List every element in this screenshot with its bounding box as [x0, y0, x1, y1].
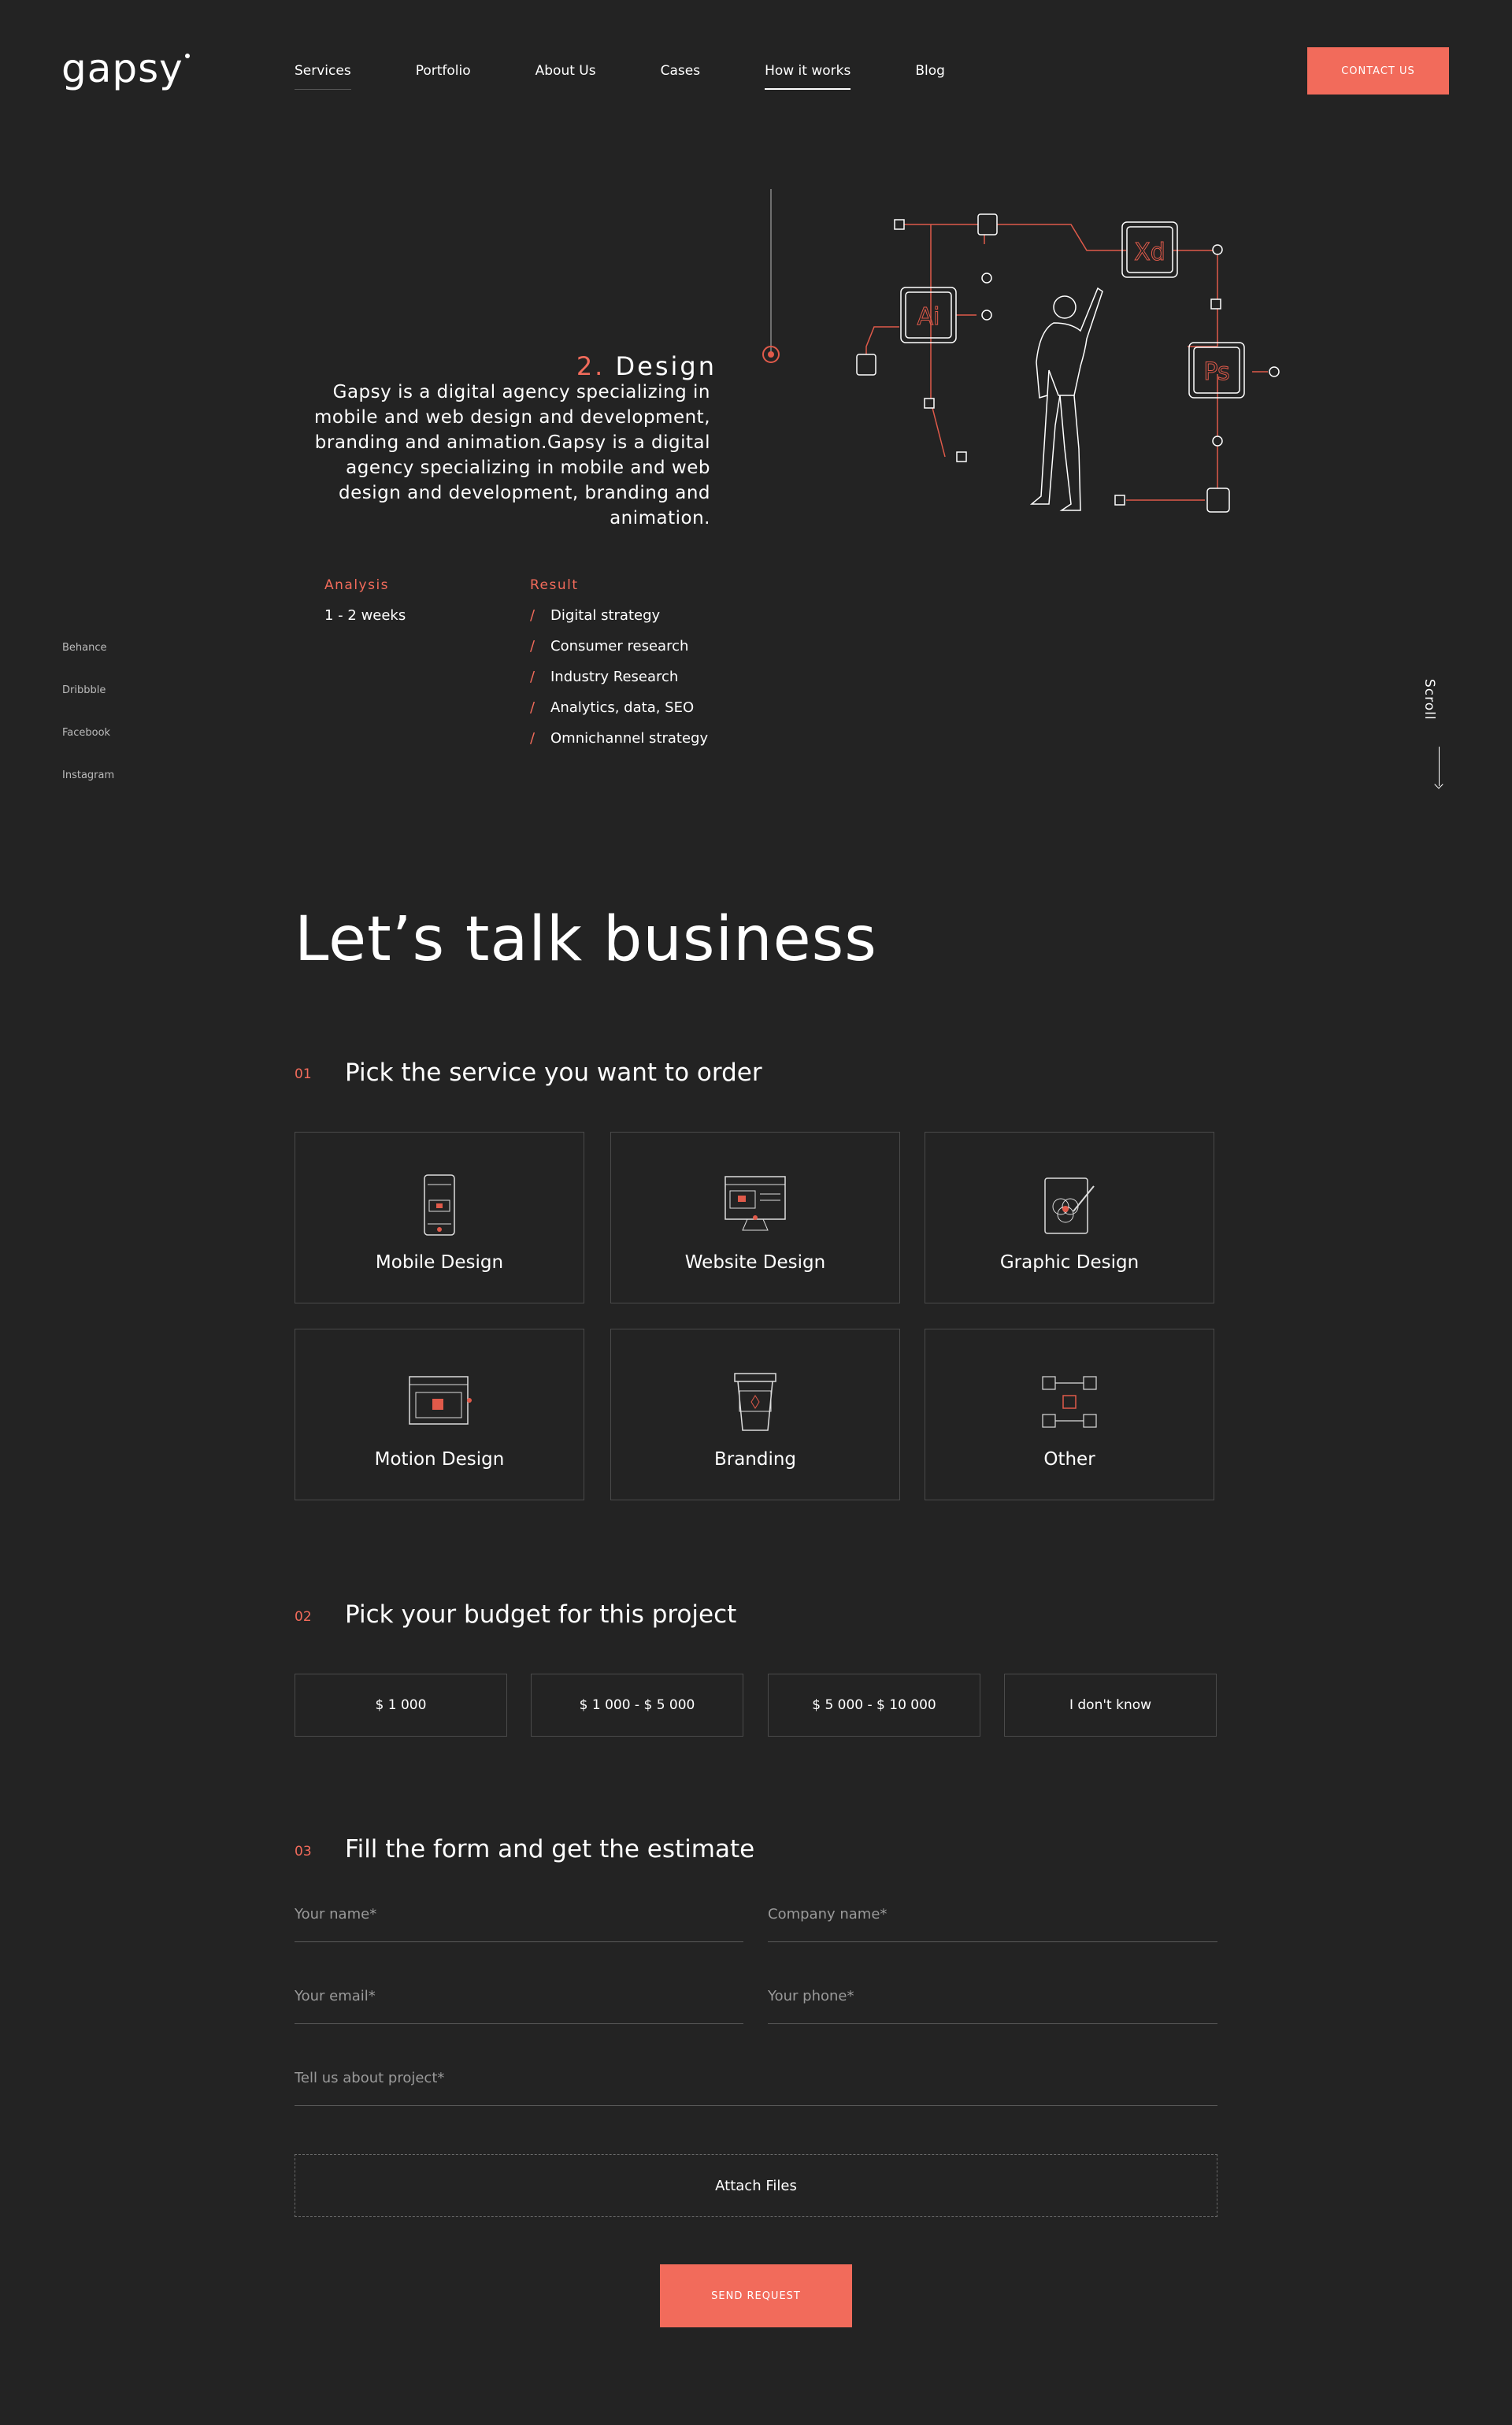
phone-input[interactable]	[768, 1988, 1217, 2004]
social-link-facebook[interactable]: Facebook	[62, 727, 114, 769]
social-link-behance[interactable]: Behance	[62, 642, 114, 684]
email-field	[295, 1988, 743, 2024]
logo-text: gapsy	[61, 46, 183, 91]
coffee-cup-icon	[734, 1373, 776, 1431]
nav-item-services[interactable]: Services	[295, 63, 351, 90]
send-request-button[interactable]: SEND REQUEST	[660, 2264, 852, 2327]
attach-files-button[interactable]: Attach Files	[295, 2154, 1217, 2217]
scroll-arrow-icon[interactable]	[1439, 747, 1440, 786]
analysis-label: Analysis	[324, 577, 390, 593]
social-links: Behance Dribbble Facebook Instagram	[62, 642, 114, 812]
app-icons	[900, 221, 1245, 399]
person-figure	[1029, 287, 1103, 511]
graphic-tablet-icon	[1044, 1177, 1095, 1234]
service-label: Graphic Design	[999, 1252, 1140, 1273]
business-title: Let’s talk business	[295, 904, 877, 975]
nav-item-blog[interactable]: Blog	[915, 63, 945, 90]
social-link-dribbble[interactable]: Dribbble	[62, 684, 114, 727]
result-item: / Analytics, data, SEO	[530, 699, 695, 716]
service-card-mobile-design[interactable]: Mobile Design	[295, 1132, 584, 1303]
budget-option-1000[interactable]: $ 1 000	[295, 1674, 507, 1737]
step-01-title: Pick the service you want to order	[345, 1059, 762, 1087]
nav-item-cases[interactable]: Cases	[661, 63, 700, 90]
name-field	[295, 1906, 743, 1942]
result-item: / Consumer research	[530, 638, 689, 654]
result-item: / Omnichannel strategy	[530, 730, 709, 747]
email-input[interactable]	[295, 1988, 743, 2004]
design-illustration: Ai Xd Ps	[762, 189, 1280, 513]
scroll-label[interactable]: Scroll	[1421, 679, 1437, 721]
result-label: Result	[530, 577, 579, 593]
step-02-number: 02	[295, 1609, 312, 1625]
phone-field	[768, 1988, 1217, 2024]
step-01-number: 01	[295, 1066, 312, 1082]
result-list: / Digital strategy / Consumer research / In…	[530, 607, 708, 761]
service-card-motion-design[interactable]: Motion Design	[295, 1329, 584, 1500]
service-card-branding[interactable]: Branding	[610, 1329, 900, 1500]
ai-icon: Ai	[917, 303, 940, 331]
nav-item-about-us[interactable]: About Us	[536, 63, 596, 90]
company-field	[768, 1906, 1217, 1942]
service-label: Branding	[713, 1449, 797, 1470]
desktop-monitor-icon	[724, 1176, 786, 1231]
logo[interactable]: gapsy	[61, 46, 190, 91]
step-title: 2. Design	[576, 351, 717, 381]
service-label: Website Design	[684, 1252, 826, 1273]
budget-option-dont-know[interactable]: I don't know	[1004, 1674, 1217, 1737]
service-label: Mobile Design	[375, 1252, 504, 1273]
service-card-other[interactable]: Other	[925, 1329, 1214, 1500]
motion-screen-icon	[409, 1376, 472, 1425]
analysis-value: 1 - 2 weeks	[324, 607, 406, 624]
company-input[interactable]	[768, 1906, 1217, 1923]
service-label: Motion Design	[374, 1449, 505, 1470]
main-nav: Services Portfolio About Us Cases How it…	[295, 63, 1010, 90]
contact-us-button[interactable]: CONTACT US	[1307, 47, 1449, 95]
result-item: / Industry Research	[530, 669, 679, 685]
nav-item-how-it-works[interactable]: How it works	[765, 63, 851, 90]
project-field	[295, 2070, 1217, 2106]
mobile-device-icon	[424, 1174, 455, 1236]
step-title-text: Design	[615, 351, 717, 381]
service-card-graphic-design[interactable]: Graphic Design	[925, 1132, 1214, 1303]
service-card-website-design[interactable]: Website Design	[610, 1132, 900, 1303]
ps-icon: Ps	[1203, 358, 1229, 386]
step-description: Gapsy is a digital agency specializing i…	[314, 382, 710, 528]
social-link-instagram[interactable]: Instagram	[62, 769, 114, 812]
step-02-title: Pick your budget for this project	[345, 1600, 737, 1629]
nav-item-portfolio[interactable]: Portfolio	[416, 63, 471, 90]
step-03-title: Fill the form and get the estimate	[345, 1835, 755, 1863]
name-input[interactable]	[295, 1906, 743, 1923]
step-number: 2.	[576, 351, 606, 381]
budget-option-1000-5000[interactable]: $ 1 000 - $ 5 000	[531, 1674, 743, 1737]
xd-icon: Xd	[1134, 239, 1166, 266]
result-item: / Digital strategy	[530, 607, 661, 624]
project-input[interactable]	[295, 2070, 1217, 2086]
step-03-number: 03	[295, 1844, 312, 1860]
service-label: Other	[1043, 1449, 1095, 1470]
cubes-icon	[1042, 1376, 1097, 1428]
budget-option-5000-10000[interactable]: $ 5 000 - $ 10 000	[768, 1674, 980, 1737]
